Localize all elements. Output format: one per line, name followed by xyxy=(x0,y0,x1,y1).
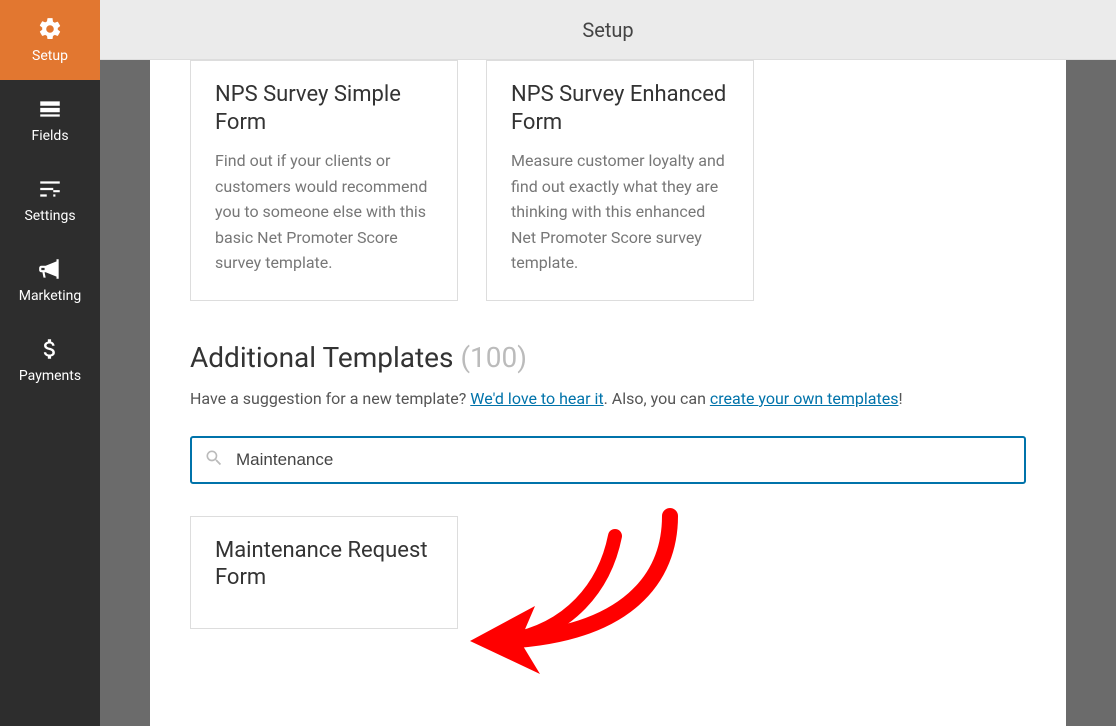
sliders-icon xyxy=(37,176,63,202)
content: NPS Survey Simple Form Find out if your … xyxy=(150,60,1066,726)
page-title: Setup xyxy=(582,18,633,42)
desc-text: . Also, you can xyxy=(604,389,710,408)
template-search xyxy=(190,436,1026,484)
sidebar-item-setup[interactable]: Setup xyxy=(0,0,100,80)
create-template-link[interactable]: create your own templates xyxy=(710,389,899,408)
bullhorn-icon xyxy=(37,256,63,282)
additional-templates-desc: Have a suggestion for a new template? We… xyxy=(190,386,1026,412)
sidebar-item-label: Fields xyxy=(31,128,68,144)
template-count: (100) xyxy=(460,341,527,374)
sidebar: Setup Fields Settings Marketing Payments xyxy=(0,0,100,726)
sidebar-item-label: Marketing xyxy=(19,288,82,304)
additional-templates-heading: Additional Templates (100) xyxy=(190,341,1026,374)
search-icon xyxy=(204,448,224,472)
template-card-nps-enhanced[interactable]: NPS Survey Enhanced Form Measure custome… xyxy=(486,60,754,301)
desc-text: Have a suggestion for a new template? xyxy=(190,389,470,408)
heading-text: Additional Templates xyxy=(190,341,453,374)
sidebar-item-label: Settings xyxy=(24,208,75,224)
dollar-icon xyxy=(37,336,63,362)
template-desc: Measure customer loyalty and find out ex… xyxy=(511,148,729,276)
result-row: Maintenance Request Form xyxy=(190,516,1026,629)
sidebar-item-label: Payments xyxy=(19,368,81,384)
template-card-nps-simple[interactable]: NPS Survey Simple Form Find out if your … xyxy=(190,60,458,301)
template-title: NPS Survey Simple Form xyxy=(215,81,433,136)
sidebar-item-payments[interactable]: Payments xyxy=(0,320,100,400)
page-header: Setup xyxy=(100,0,1116,60)
template-title: Maintenance Request Form xyxy=(215,537,433,592)
sidebar-item-settings[interactable]: Settings xyxy=(0,160,100,240)
template-card-maintenance[interactable]: Maintenance Request Form xyxy=(190,516,458,629)
template-desc: Find out if your clients or customers wo… xyxy=(215,148,433,276)
sidebar-item-fields[interactable]: Fields xyxy=(0,80,100,160)
search-input[interactable] xyxy=(190,436,1026,484)
template-title: NPS Survey Enhanced Form xyxy=(511,81,729,136)
desc-text: ! xyxy=(898,389,902,408)
list-icon xyxy=(37,96,63,122)
suggestion-link[interactable]: We'd love to hear it xyxy=(470,389,603,408)
template-row: NPS Survey Simple Form Find out if your … xyxy=(190,60,1026,301)
sidebar-item-marketing[interactable]: Marketing xyxy=(0,240,100,320)
gear-icon xyxy=(37,16,63,42)
sidebar-item-label: Setup xyxy=(32,48,68,64)
content-wrap: NPS Survey Simple Form Find out if your … xyxy=(100,60,1116,726)
